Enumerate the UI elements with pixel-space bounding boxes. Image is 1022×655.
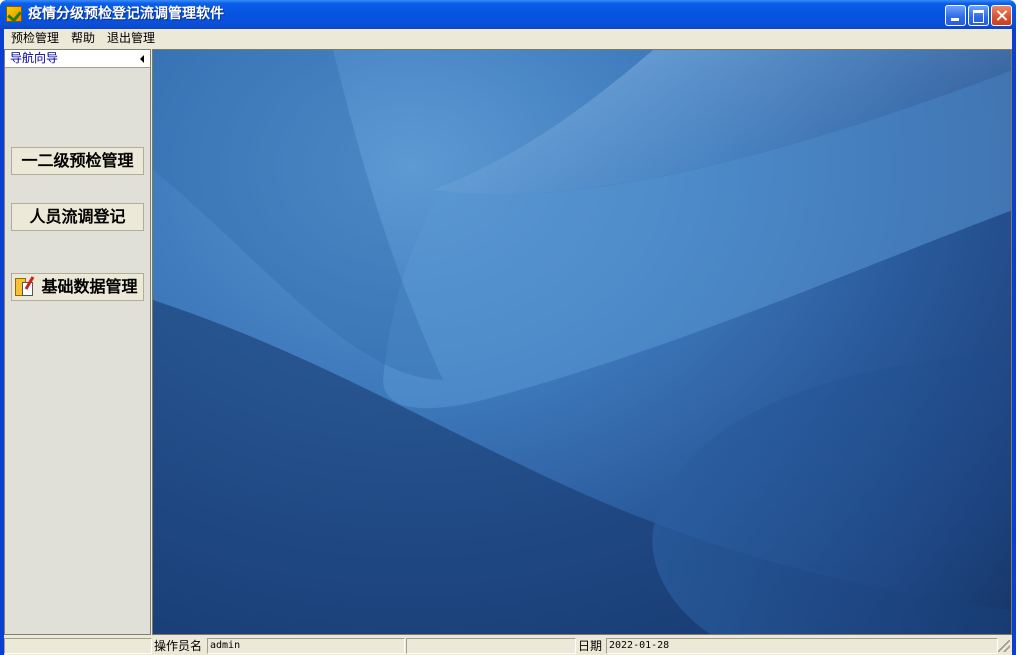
- close-icon[interactable]: [991, 5, 1012, 26]
- precheck-level-label: 一二级预检管理: [21, 151, 134, 170]
- menu-precheck-management[interactable]: 预检管理: [8, 29, 62, 48]
- date-label: 日期: [578, 639, 603, 653]
- minimize-icon[interactable]: [945, 5, 966, 26]
- status-bar: 操作员名 admin 日期 2022-01-28: [4, 636, 1012, 655]
- operator-value: admin: [207, 638, 405, 654]
- nav-header: 导航向导: [5, 50, 150, 68]
- window-title: 疫情分级预检登记流调管理软件: [28, 6, 224, 22]
- triangle-left-icon[interactable]: [140, 55, 144, 63]
- epidemiology-registration-button[interactable]: 人员流调登记: [11, 203, 144, 231]
- epidemiology-registration-label: 人员流调登记: [29, 207, 126, 226]
- client-area: 预检管理 帮助 退出管理 导航向导 一二级预检管理 人员流调登记 基础数据管理: [4, 29, 1012, 655]
- app-window: 疫情分级预检登记流调管理软件 预检管理 帮助 退出管理 导航向导 一二级预检管理…: [0, 0, 1016, 655]
- operator-label: 操作员名: [154, 639, 203, 653]
- base-data-management-label: 基础数据管理: [41, 277, 138, 296]
- status-cell-empty-middle: [406, 638, 576, 654]
- menu-bar: 预检管理 帮助 退出管理: [4, 29, 1012, 48]
- resize-grip-icon[interactable]: [998, 640, 1010, 652]
- wallpaper-image: [153, 50, 1011, 634]
- main-workspace: [152, 49, 1012, 635]
- maximize-icon[interactable]: [968, 5, 989, 26]
- checkmark-app-icon[interactable]: [6, 6, 22, 22]
- nav-title: 导航向导: [10, 51, 59, 65]
- base-data-management-button[interactable]: 基础数据管理: [11, 273, 144, 301]
- precheck-level-button[interactable]: 一二级预检管理: [11, 147, 144, 175]
- folder-doc-pencil-icon: [15, 276, 35, 298]
- menu-help[interactable]: 帮助: [68, 29, 98, 48]
- navigation-panel: 导航向导 一二级预检管理 人员流调登记 基础数据管理: [4, 49, 151, 635]
- title-bar[interactable]: 疫情分级预检登记流调管理软件: [0, 0, 1016, 29]
- status-cell-empty: [4, 638, 152, 654]
- menu-exit-management[interactable]: 退出管理: [104, 29, 158, 48]
- date-value: 2022-01-28: [606, 638, 998, 654]
